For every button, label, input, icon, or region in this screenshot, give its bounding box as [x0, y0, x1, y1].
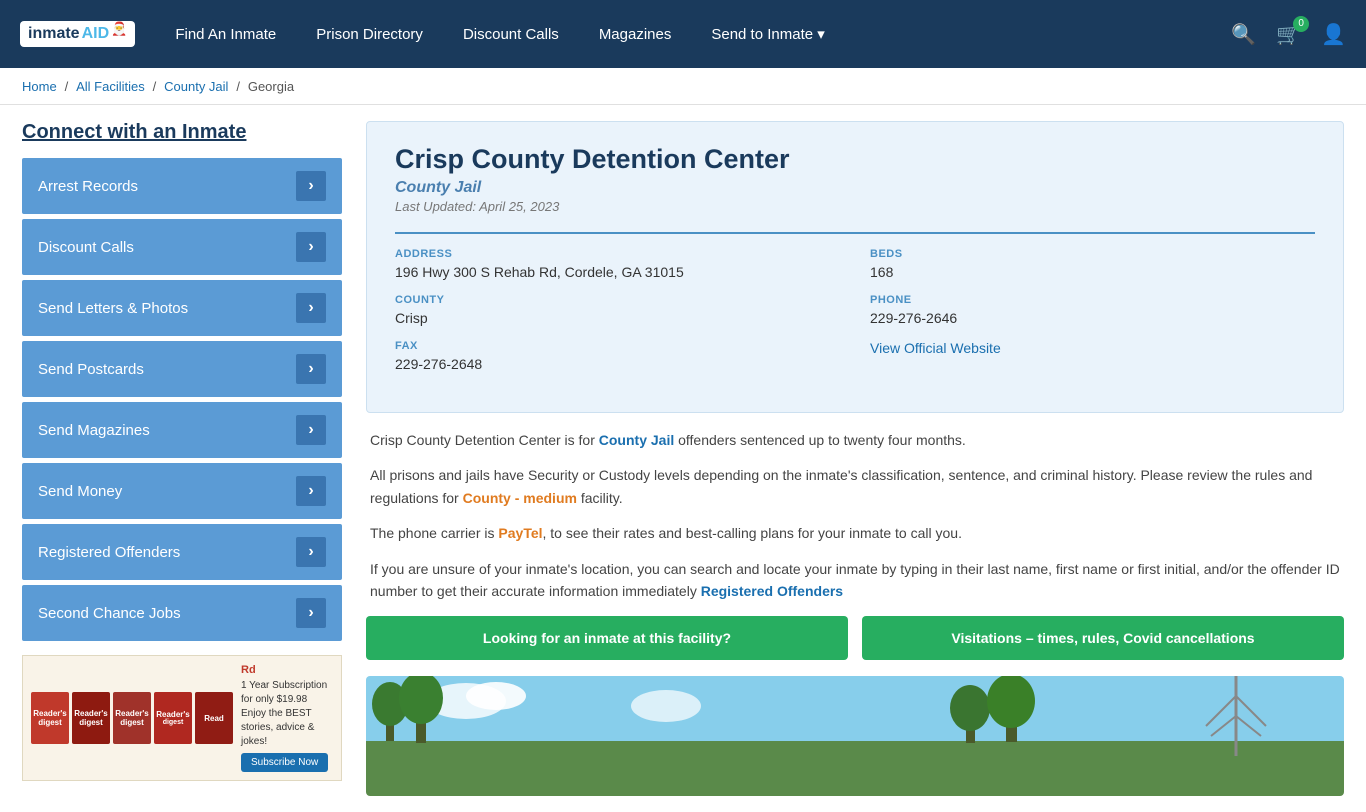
header-actions: 🔍 🛒 0 👤: [1231, 22, 1346, 47]
info-grid: ADDRESS 196 Hwy 300 S Rehab Rd, Cordele,…: [395, 232, 1315, 372]
address-value: 196 Hwy 300 S Rehab Rd, Cordele, GA 3101…: [395, 264, 840, 280]
sep2: /: [153, 79, 157, 94]
ad-text: Rd 1 Year Subscription for only $19.98 E…: [241, 664, 333, 772]
county-value: Crisp: [395, 310, 840, 326]
search-icon[interactable]: 🔍: [1231, 22, 1256, 47]
facility-image: [366, 676, 1344, 796]
website-link[interactable]: View Official Website: [870, 340, 1001, 356]
sidebar-label-discount: Discount Calls: [38, 239, 134, 256]
action-buttons: Looking for an inmate at this facility? …: [366, 616, 1344, 660]
breadcrumb-all-facilities[interactable]: All Facilities: [76, 79, 145, 94]
beds-label: BEDS: [870, 248, 1315, 260]
logo-main-text: inmate: [28, 25, 80, 43]
sidebar-label-letters: Send Letters & Photos: [38, 300, 188, 317]
visitations-button[interactable]: Visitations – times, rules, Covid cancel…: [862, 616, 1344, 660]
sidebar-label-postcards: Send Postcards: [38, 361, 144, 378]
breadcrumb-state: Georgia: [248, 79, 294, 94]
main-layout: Connect with an Inmate Arrest Records › …: [0, 105, 1366, 812]
arrow-icon-money: ›: [296, 476, 326, 506]
ad-rd-label: Rd: [241, 664, 333, 676]
sidebar-title: Connect with an Inmate: [22, 121, 342, 144]
facility-name: Crisp County Detention Center: [395, 144, 1315, 175]
site-header: inmate AID 🎅 Find An Inmate Prison Direc…: [0, 0, 1366, 68]
nav-discount-calls[interactable]: Discount Calls: [463, 26, 559, 43]
info-county: COUNTY Crisp: [395, 294, 840, 326]
arrow-icon-discount: ›: [296, 232, 326, 262]
registered-offenders-link[interactable]: Registered Offenders: [701, 583, 843, 599]
main-nav: Find An Inmate Prison Directory Discount…: [175, 25, 1201, 43]
sidebar-label-offenders: Registered Offenders: [38, 544, 180, 561]
sidebar: Connect with an Inmate Arrest Records › …: [22, 121, 342, 796]
sidebar-label-arrest: Arrest Records: [38, 178, 138, 195]
arrow-icon-offenders: ›: [296, 537, 326, 567]
nav-send-to-inmate[interactable]: Send to Inmate ▾: [711, 25, 824, 43]
description-area: Crisp County Detention Center is for Cou…: [366, 429, 1344, 602]
ad-offer-line2: Enjoy the BEST stories, advice & jokes!: [241, 707, 333, 749]
county-label: COUNTY: [395, 294, 840, 306]
arrow-icon-jobs: ›: [296, 598, 326, 628]
nav-prison-directory[interactable]: Prison Directory: [316, 26, 423, 43]
fax-value: 229-276-2648: [395, 356, 840, 372]
facility-card: Crisp County Detention Center County Jai…: [366, 121, 1344, 413]
desc-para-3: The phone carrier is PayTel, to see thei…: [370, 522, 1340, 544]
user-icon[interactable]: 👤: [1321, 22, 1346, 47]
county-medium-link[interactable]: County - medium: [463, 490, 577, 506]
sidebar-item-send-postcards[interactable]: Send Postcards ›: [22, 341, 342, 397]
logo-hat-icon: 🎅: [111, 21, 127, 37]
sep3: /: [236, 79, 240, 94]
nav-find-inmate[interactable]: Find An Inmate: [175, 26, 276, 43]
ad-magazine-covers: Reader's digest Reader's digest Reader's…: [31, 692, 233, 744]
arrow-icon-postcards: ›: [296, 354, 326, 384]
info-website: View Official Website: [870, 340, 1315, 372]
arrow-icon-arrest: ›: [296, 171, 326, 201]
info-beds: BEDS 168: [870, 248, 1315, 280]
desc-para-4: If you are unsure of your inmate's locat…: [370, 558, 1340, 603]
nav-magazines[interactable]: Magazines: [599, 26, 672, 43]
beds-value: 168: [870, 264, 1315, 280]
sidebar-label-money: Send Money: [38, 483, 122, 500]
desc-para-2: All prisons and jails have Security or C…: [370, 464, 1340, 509]
facility-type: County Jail: [395, 179, 1315, 197]
ad-banner[interactable]: Reader's digest Reader's digest Reader's…: [22, 655, 342, 781]
sidebar-item-send-magazines[interactable]: Send Magazines ›: [22, 402, 342, 458]
breadcrumb: Home / All Facilities / County Jail / Ge…: [0, 68, 1366, 105]
sidebar-item-second-chance-jobs[interactable]: Second Chance Jobs ›: [22, 585, 342, 641]
cart-icon[interactable]: 🛒 0: [1276, 22, 1301, 47]
address-label: ADDRESS: [395, 248, 840, 260]
ad-offer-line1: 1 Year Subscription for only $19.98: [241, 679, 333, 707]
info-phone: PHONE 229-276-2646: [870, 294, 1315, 326]
arrow-icon-letters: ›: [296, 293, 326, 323]
sidebar-item-send-letters[interactable]: Send Letters & Photos ›: [22, 280, 342, 336]
phone-label: PHONE: [870, 294, 1315, 306]
cart-badge: 0: [1293, 16, 1309, 32]
sidebar-label-jobs: Second Chance Jobs: [38, 605, 181, 622]
breadcrumb-home[interactable]: Home: [22, 79, 57, 94]
info-address: ADDRESS 196 Hwy 300 S Rehab Rd, Cordele,…: [395, 248, 840, 280]
sidebar-label-magazines: Send Magazines: [38, 422, 150, 439]
logo[interactable]: inmate AID 🎅: [20, 21, 135, 47]
looking-for-inmate-button[interactable]: Looking for an inmate at this facility?: [366, 616, 848, 660]
sidebar-item-discount-calls[interactable]: Discount Calls ›: [22, 219, 342, 275]
desc-para-1: Crisp County Detention Center is for Cou…: [370, 429, 1340, 451]
facility-scene-svg: [366, 676, 1344, 796]
county-jail-link[interactable]: County Jail: [599, 432, 674, 448]
paytel-link[interactable]: PayTel: [498, 525, 542, 541]
sidebar-item-registered-offenders[interactable]: Registered Offenders ›: [22, 524, 342, 580]
facility-updated: Last Updated: April 25, 2023: [395, 199, 1315, 214]
content-area: Crisp County Detention Center County Jai…: [366, 121, 1344, 796]
sidebar-menu: Arrest Records › Discount Calls › Send L…: [22, 158, 342, 641]
sidebar-item-send-money[interactable]: Send Money ›: [22, 463, 342, 519]
fax-label: FAX: [395, 340, 840, 352]
ad-subscribe-button[interactable]: Subscribe Now: [241, 753, 328, 772]
phone-value: 229-276-2646: [870, 310, 1315, 326]
info-fax: FAX 229-276-2648: [395, 340, 840, 372]
breadcrumb-county-jail[interactable]: County Jail: [164, 79, 228, 94]
sep1: /: [65, 79, 69, 94]
sidebar-item-arrest-records[interactable]: Arrest Records ›: [22, 158, 342, 214]
logo-aid-text: AID: [82, 25, 110, 43]
arrow-icon-magazines: ›: [296, 415, 326, 445]
